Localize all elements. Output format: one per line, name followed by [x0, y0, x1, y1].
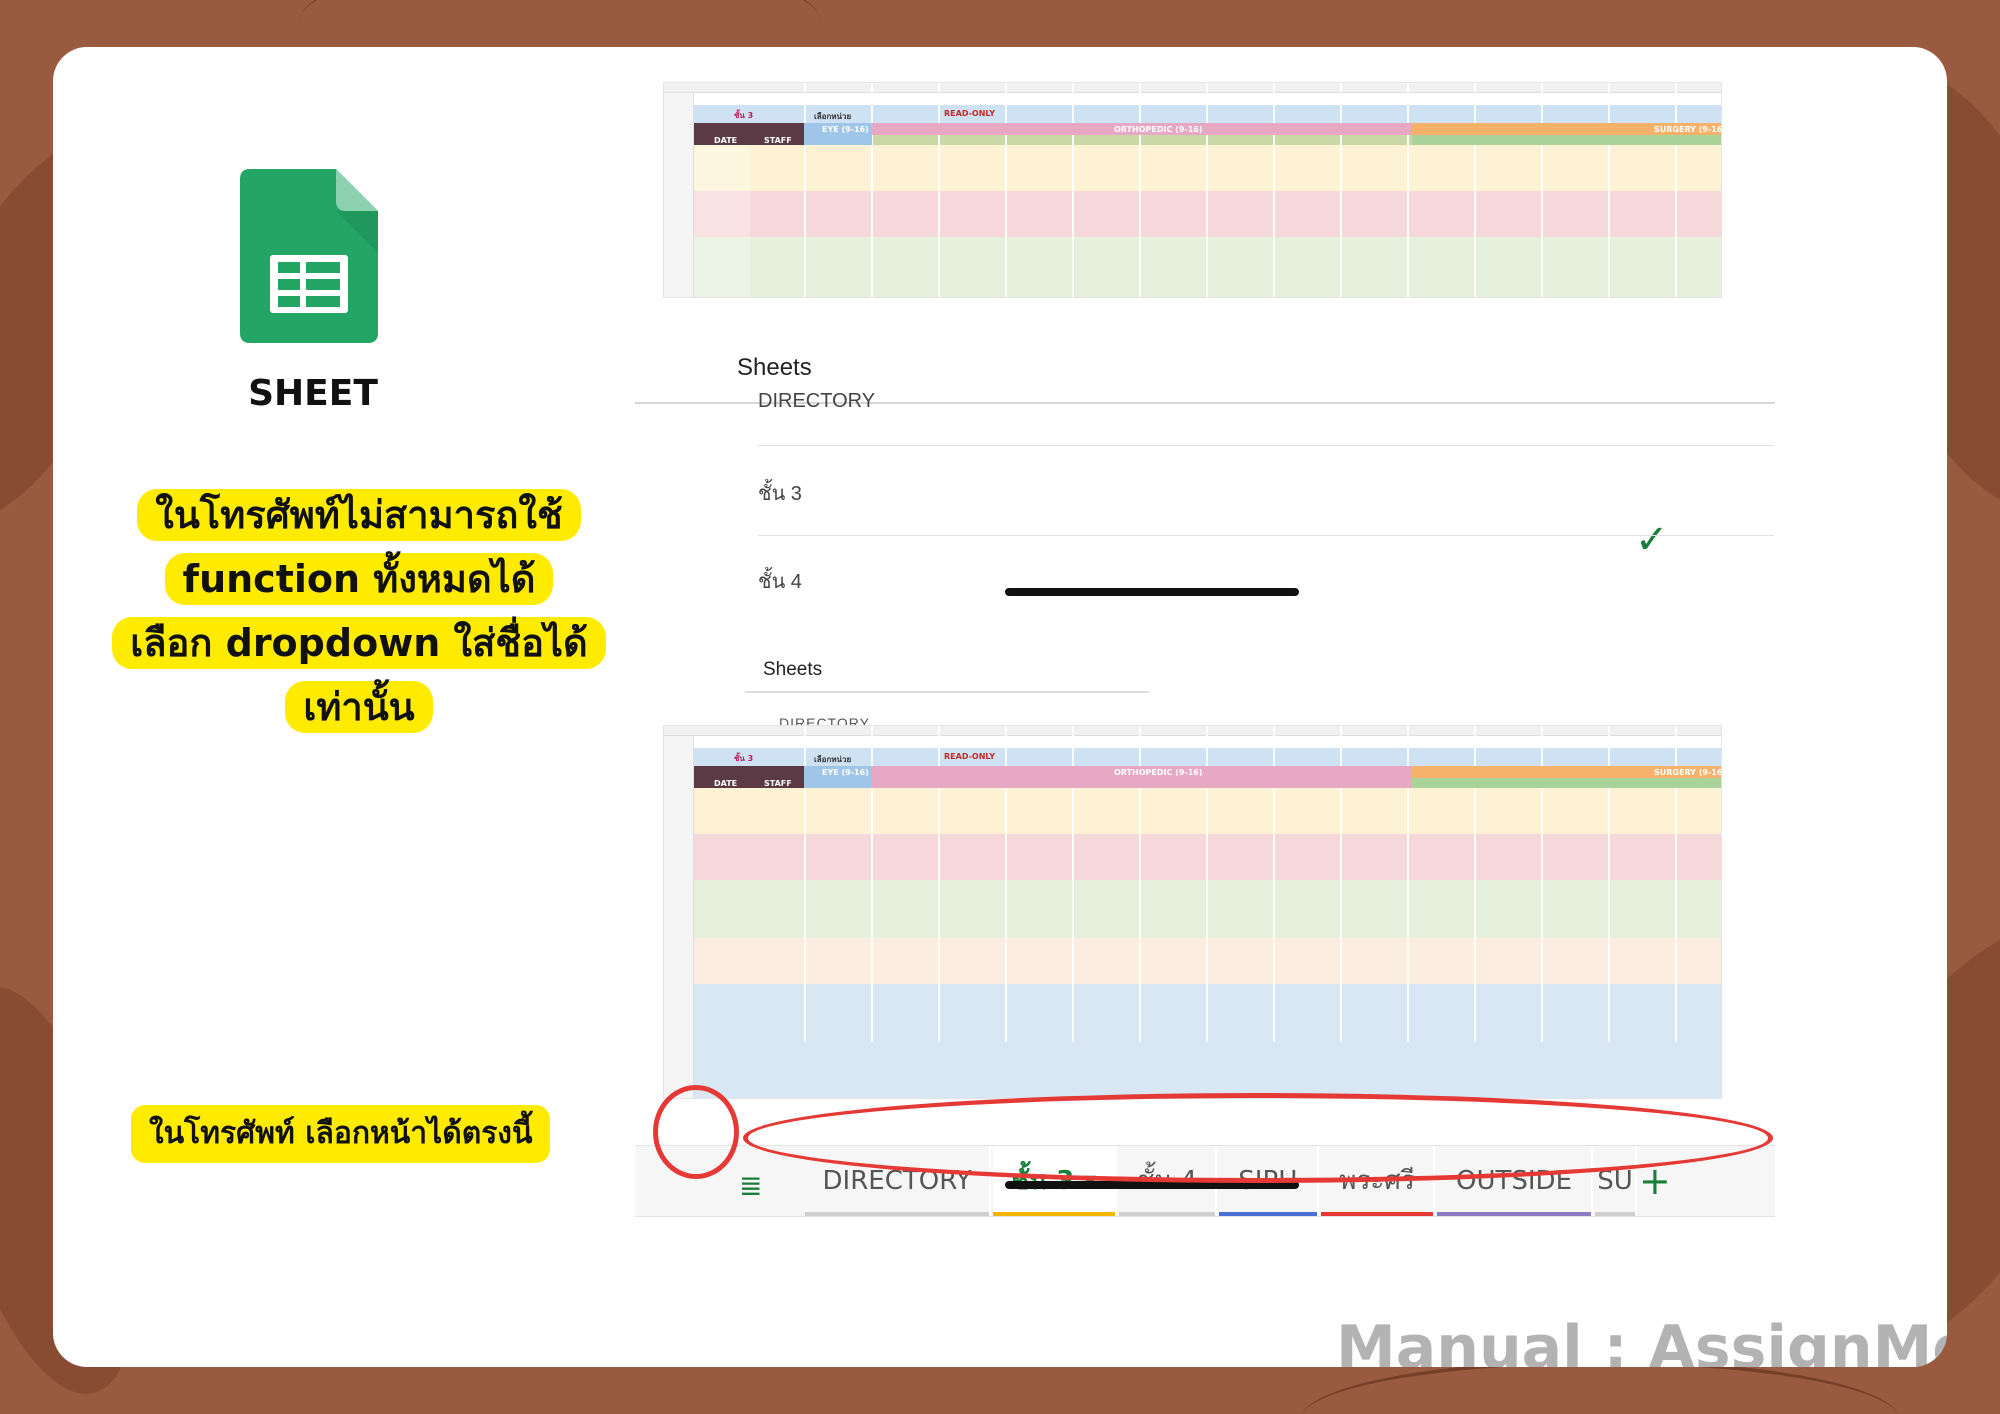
staff-header: STAFF [764, 779, 792, 788]
sheet-list-item[interactable]: DIRECTORY [758, 390, 875, 413]
tab-selection-note: ในโทรศัพท์ เลือกหน้าได้ตรงนี้ [131, 1105, 551, 1163]
date-header: DATE [714, 779, 738, 788]
read-only-label: READ-ONLY [944, 109, 996, 118]
divider [758, 535, 1774, 536]
sheet-list-item[interactable]: ชั้น 3 [758, 477, 802, 509]
highlight-circle-tabs [743, 1093, 1773, 1183]
surgery-header: SURGERY (9-16) [1654, 768, 1722, 777]
select-unit: เลือกหน่วย [814, 112, 852, 121]
divider [745, 691, 1149, 693]
staff-header: STAFF [764, 136, 792, 145]
eye-header: EYE (9-16) [822, 125, 869, 134]
surgery-header: SURGERY (9-16) [1654, 125, 1722, 134]
home-indicator [1005, 588, 1299, 596]
note-line: ในโทรศัพท์ไม่สามารถใช้ [137, 489, 581, 541]
sheet-list-item[interactable]: ชั้น 4 [758, 565, 802, 597]
logo-label: SHEET [248, 373, 378, 414]
checkmark-icon: ✓ [1635, 517, 1669, 563]
spreadsheet-preview-bottom: ชั้น 3 เลือกหน่วย READ-ONLY EYE (9-16) O… [663, 725, 1722, 1099]
background-vein [1300, 1360, 1900, 1414]
floor-select: ชั้น 3 [734, 111, 754, 120]
cut-sheet-item: DIRECTORY [779, 715, 870, 725]
row-numbers [664, 736, 694, 1098]
manual-card: SHEET ในโทรศัพท์ไม่สามารถใช้ function ทั… [53, 47, 1947, 1367]
divider [758, 445, 1774, 446]
eye-header: EYE (9-16) [822, 768, 869, 777]
all-sheets-menu-icon[interactable]: ≣ [739, 1169, 762, 1202]
note-line: เท่านั้น [285, 681, 433, 733]
floor-select: ชั้น 3 [734, 754, 754, 763]
ortho-header: ORTHOPEDIC (9-16) [1114, 768, 1203, 777]
row-numbers [664, 93, 694, 297]
highlight-circle-menu [653, 1085, 739, 1179]
ortho-header: ORTHOPEDIC (9-16) [1114, 125, 1203, 134]
google-sheets-icon [240, 169, 378, 343]
sheets-panel-title-small: Sheets [763, 659, 823, 680]
sheets-panel-title: Sheets [737, 354, 812, 381]
date-header: DATE [714, 136, 738, 145]
read-only-label: READ-ONLY [944, 752, 996, 761]
note-line: เลือก dropdown ใส่ชื่อได้ [112, 617, 606, 669]
select-unit: เลือกหน่วย [814, 755, 852, 764]
brand-title: Manual : AssignMe Board [1336, 1313, 1947, 1367]
phone-limitation-note: ในโทรศัพท์ไม่สามารถใช้ function ทั้งหมดไ… [89, 483, 629, 739]
note-line: function ทั้งหมดได้ [164, 553, 554, 605]
spreadsheet-preview-top: ชั้น 3 เลือกหน่วย READ-ONLY EYE (9-16) O… [663, 82, 1722, 298]
